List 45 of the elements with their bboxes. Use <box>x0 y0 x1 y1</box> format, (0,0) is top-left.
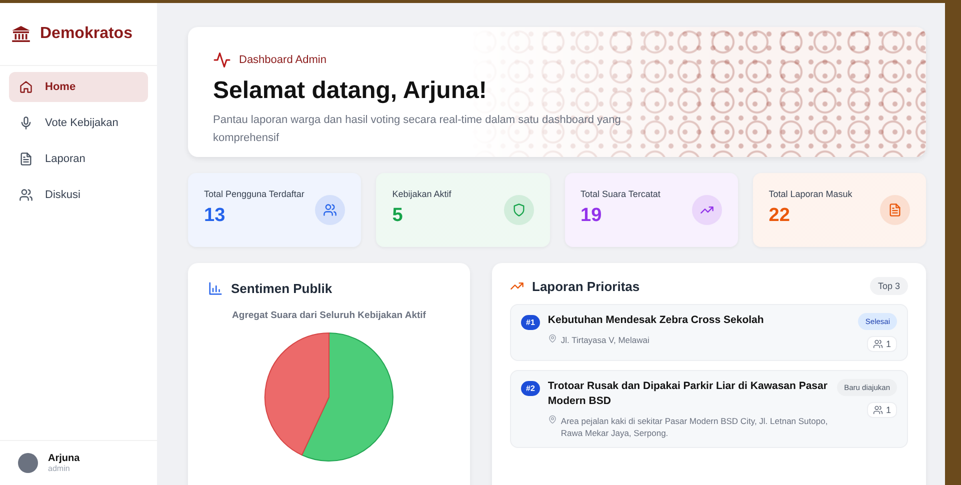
supporter-count: 1 <box>866 336 897 352</box>
document-icon <box>19 152 33 166</box>
eyebrow-label: Dashboard Admin <box>239 54 326 66</box>
stat-value: 5 <box>392 205 404 227</box>
bank-building-icon <box>12 26 30 42</box>
location-pin-icon <box>548 415 557 424</box>
supporter-count: 1 <box>866 402 897 418</box>
microphone-icon <box>19 116 33 130</box>
report-location: Area pejalan kaki di sekitar Pasar Modern BSD City, Jl. Letnan Sutopo, Rawa Mekar Jaya, Serpong. <box>560 415 829 439</box>
card-title: Sentimen Publik <box>231 281 332 296</box>
user-role: admin <box>48 464 71 473</box>
stat-label: Total Suara Tercatat <box>580 189 660 199</box>
sidebar-item[interactable]: Laporan <box>9 144 148 174</box>
report-title: Trotoar Rusak dan Dipakai Parkir Liar di Kawasan Pasar Modern BSD <box>548 379 828 409</box>
sidebar-item[interactable]: Diskusi <box>9 180 148 210</box>
avatar <box>18 453 38 473</box>
users-icon <box>19 188 33 202</box>
rank-badge: #1 <box>521 315 540 330</box>
brand-name: Demokratos <box>40 25 132 43</box>
stat-label: Total Pengguna Terdaftar <box>204 189 304 199</box>
stat-value: 22 <box>768 205 791 227</box>
report-location: Jl. Tirtayasa V, Melawai <box>560 334 650 346</box>
user-name: Arjuna <box>48 453 80 464</box>
sidebar-item[interactable]: Home <box>9 72 148 102</box>
pulse-icon <box>213 51 231 69</box>
report-title: Kebutuhan Mendesak Zebra Cross Sekolah <box>548 313 765 328</box>
rank-badge: #2 <box>521 381 540 396</box>
stat-value: 13 <box>204 205 226 227</box>
shield-icon <box>512 203 526 217</box>
welcome-title: Selamat datang, Arjuna! <box>213 77 488 105</box>
card-title: Laporan Prioritas <box>532 278 641 294</box>
welcome-subtitle: Pantau laporan warga dan hasil voting secara real-time dalam satu dashboard yang komprehensif <box>213 113 622 146</box>
chart-subtitle: Agregat Suara dari Seluruh Kebijakan Aktif <box>231 310 427 321</box>
top-badge: Top 3 <box>870 277 908 295</box>
bar-chart-icon <box>208 281 223 296</box>
users-icon <box>323 203 338 217</box>
stat-label: Total Laporan Masuk <box>768 189 852 199</box>
users-icon <box>872 405 883 415</box>
stat-value: 19 <box>580 205 603 227</box>
sidebar-item[interactable]: Vote Kebijakan <box>9 108 148 138</box>
location-pin-icon <box>548 334 557 343</box>
home-icon <box>19 80 33 94</box>
document-icon <box>888 203 902 217</box>
users-icon <box>872 339 883 349</box>
stat-label: Kebijakan Aktif <box>392 189 452 199</box>
